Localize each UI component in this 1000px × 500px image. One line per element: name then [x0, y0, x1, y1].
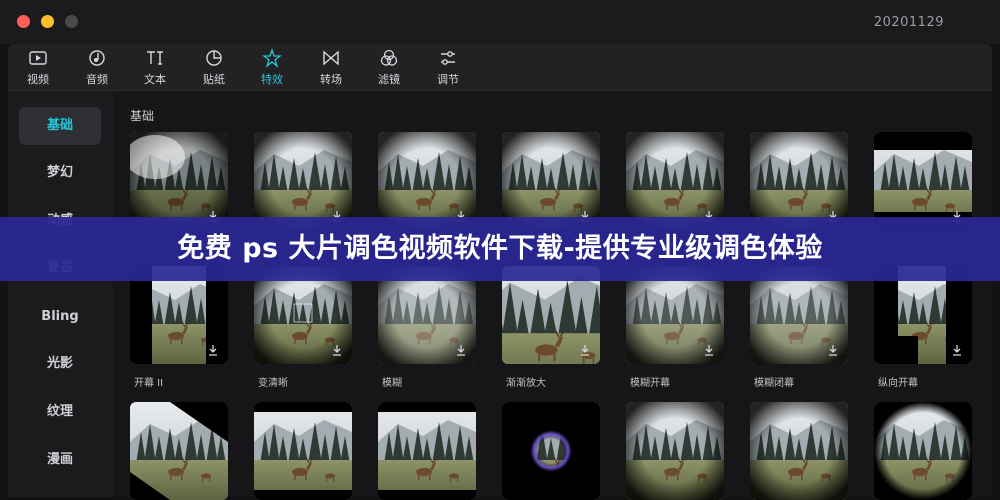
effect-card[interactable] — [130, 132, 228, 230]
tab-transition-label: 转场 — [320, 73, 342, 86]
tab-adjust-label: 调节 — [437, 73, 459, 86]
download-icon[interactable] — [580, 345, 590, 356]
effect-label: 纵向开幕 — [878, 378, 918, 389]
promo-banner-text: 免费 ps 大片调色视频软件下载-提供专业级调色体验 — [177, 233, 823, 264]
tab-video-label: 视频 — [27, 73, 49, 86]
effect-label: 开幕 II — [134, 378, 164, 389]
category-sidebar: 基础 梦幻 动感 复古 Bling 光影 纹理 漫画 — [8, 91, 113, 497]
adjust-icon — [441, 51, 455, 65]
sidebar-item-bling[interactable]: Bling — [19, 298, 101, 336]
video-icon — [29, 51, 47, 65]
tab-effects[interactable]: 特效 — [250, 48, 294, 88]
effect-card[interactable] — [378, 402, 476, 500]
effect-card[interactable] — [626, 132, 724, 230]
zoom-window-button[interactable] — [65, 15, 78, 28]
effect-card[interactable] — [254, 402, 352, 500]
text-icon — [147, 51, 163, 65]
sidebar-item-light-shadow[interactable]: 光影 — [19, 345, 101, 383]
tab-text[interactable]: 文本 — [133, 48, 177, 88]
tab-filter[interactable]: 滤镜 — [367, 48, 411, 88]
download-icon[interactable] — [828, 345, 838, 356]
download-icon[interactable] — [704, 345, 714, 356]
transition-icon — [323, 50, 339, 66]
effect-card[interactable] — [502, 402, 600, 500]
sticker-icon — [206, 50, 222, 66]
effect-card[interactable] — [130, 402, 228, 500]
effect-card[interactable] — [750, 402, 848, 500]
tab-filter-label: 滤镜 — [378, 73, 400, 86]
sidebar-item-comic[interactable]: 漫画 — [19, 441, 101, 479]
download-icon[interactable] — [332, 345, 342, 356]
tab-video[interactable]: 视频 — [16, 48, 60, 88]
media-toolbar: 视频 音频 文本 贴纸 特效 转场 滤镜 调节 — [8, 44, 992, 91]
effect-label: 模糊闭幕 — [754, 378, 794, 389]
audio-icon — [89, 50, 105, 66]
title-bar: 20201129 — [0, 0, 1000, 44]
filter-icon — [380, 49, 398, 66]
effect-card[interactable] — [626, 402, 724, 500]
tab-text-label: 文本 — [144, 73, 166, 86]
download-icon[interactable] — [456, 345, 466, 356]
tab-audio[interactable]: 音频 — [75, 48, 119, 88]
tab-audio-label: 音频 — [86, 73, 108, 86]
download-icon[interactable] — [952, 345, 962, 356]
effect-card[interactable] — [378, 132, 476, 230]
effect-label: 模糊开幕 — [630, 378, 670, 389]
tab-sticker[interactable]: 贴纸 — [192, 48, 236, 88]
effect-card[interactable] — [254, 132, 352, 230]
effect-card[interactable] — [502, 132, 600, 230]
close-window-button[interactable] — [17, 15, 30, 28]
sidebar-item-texture[interactable]: 纹理 — [19, 393, 101, 431]
download-icon[interactable] — [208, 345, 218, 356]
tab-effects-label: 特效 — [261, 73, 283, 86]
effect-card[interactable] — [874, 402, 972, 500]
effect-card[interactable] — [750, 132, 848, 230]
effect-card[interactable] — [874, 132, 972, 230]
tab-sticker-label: 贴纸 — [203, 73, 225, 86]
minimize-window-button[interactable] — [41, 15, 54, 28]
effect-label: 变清晰 — [258, 378, 288, 389]
section-title: 基础 — [130, 109, 155, 123]
promo-banner: 免费 ps 大片调色视频软件下载-提供专业级调色体验 — [0, 217, 1000, 281]
sidebar-item-basic[interactable]: 基础 — [19, 107, 101, 145]
effects-icon — [262, 48, 282, 68]
sidebar-item-dreamy[interactable]: 梦幻 — [19, 154, 101, 192]
tab-adjust[interactable]: 调节 — [426, 48, 470, 88]
effect-label: 渐渐放大 — [506, 378, 546, 389]
effect-label: 模糊 — [382, 378, 402, 389]
window-title: 20201129 — [873, 15, 944, 30]
tab-transition[interactable]: 转场 — [309, 48, 353, 88]
